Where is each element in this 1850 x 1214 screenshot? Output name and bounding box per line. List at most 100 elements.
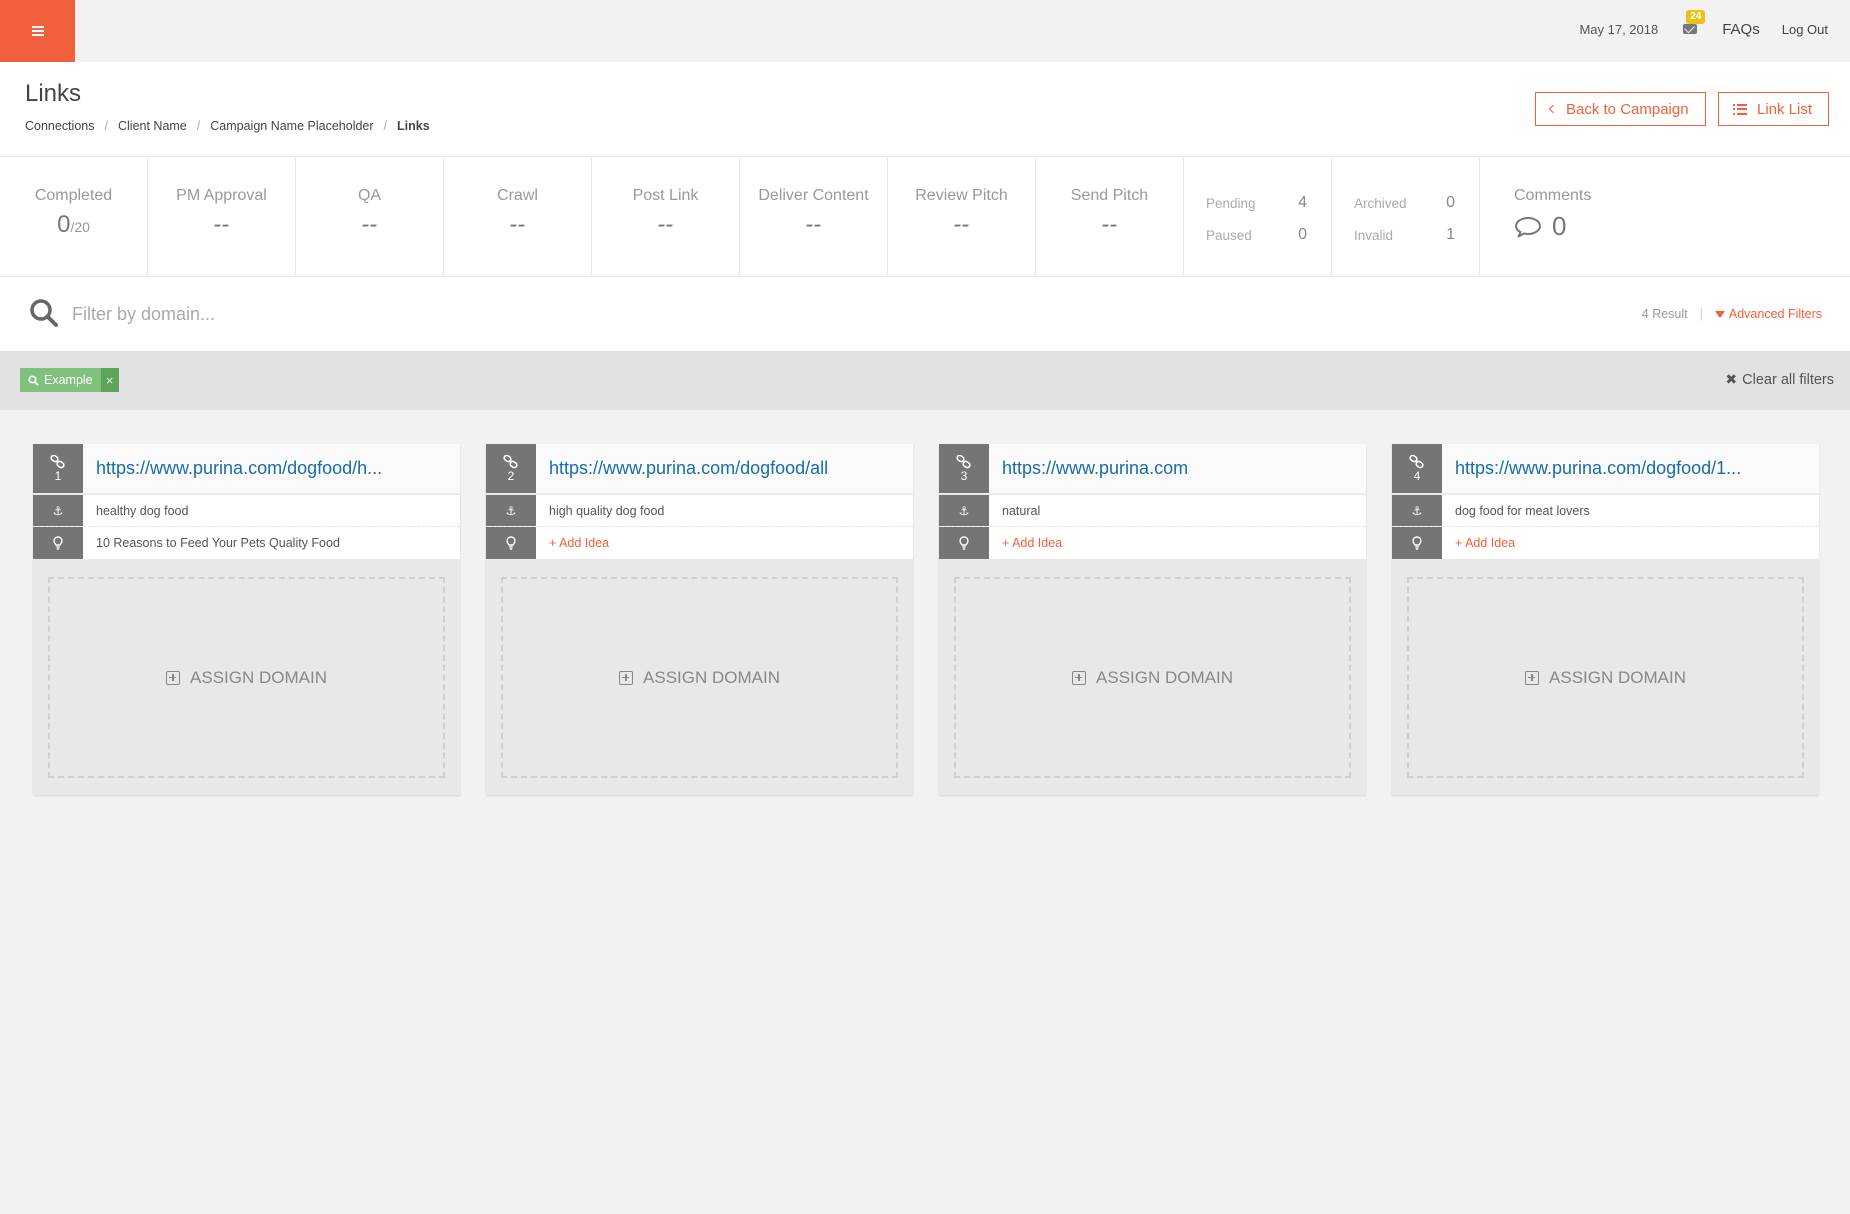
domain-filter-input[interactable] bbox=[72, 297, 972, 331]
active-filters-bar: Example × ✖ Clear all filters bbox=[0, 351, 1850, 410]
chain-link-icon bbox=[503, 454, 518, 468]
stat-comments[interactable]: Comments 0 bbox=[1480, 157, 1850, 276]
current-date: May 17, 2018 bbox=[1579, 21, 1659, 37]
stat-label: Deliver Content bbox=[758, 187, 869, 204]
logout-link[interactable]: Log Out bbox=[1782, 22, 1828, 37]
filter-chip-label: Example bbox=[44, 373, 93, 387]
stat-label: Post Link bbox=[632, 187, 699, 204]
breadcrumb-connections[interactable]: Connections bbox=[25, 119, 95, 133]
result-area: 4 Result | Advanced Filters bbox=[1642, 307, 1822, 321]
stat-send-pitch[interactable]: Send Pitch -- bbox=[1036, 157, 1184, 277]
link-url[interactable]: https://www.purina.com/dogfood/h... bbox=[83, 444, 382, 493]
card-url-row: 3 https://www.purina.com bbox=[939, 444, 1366, 494]
stat-value: 0/20 bbox=[57, 211, 90, 238]
link-list-button[interactable]: Link List bbox=[1718, 92, 1829, 126]
link-number-cell: 2 bbox=[486, 444, 536, 493]
stat-paused[interactable]: Paused 0 bbox=[1206, 219, 1307, 251]
envelope-icon bbox=[1683, 24, 1698, 34]
link-number: 4 bbox=[1413, 468, 1421, 483]
back-to-campaign-button[interactable]: Back to Campaign bbox=[1535, 92, 1706, 126]
breadcrumb-separator: / bbox=[104, 119, 108, 133]
stat-label: Send Pitch bbox=[1070, 187, 1149, 204]
assign-domain-button[interactable]: ASSIGN DOMAIN bbox=[1407, 577, 1804, 778]
filter-chip: Example × bbox=[20, 368, 119, 392]
link-number-cell: 1 bbox=[33, 444, 83, 493]
plus-square-icon bbox=[619, 670, 634, 685]
link-number-cell: 3 bbox=[939, 444, 989, 493]
stat-archived[interactable]: Archived 0 bbox=[1354, 187, 1455, 219]
link-list-label: Link List bbox=[1757, 100, 1813, 118]
filter-chip-remove-button[interactable]: × bbox=[100, 368, 119, 392]
stat-label: Invalid bbox=[1354, 227, 1394, 243]
stat-value: 0 bbox=[1298, 226, 1307, 243]
close-icon: ✖ bbox=[1725, 371, 1738, 387]
stat-qa[interactable]: QA -- bbox=[296, 157, 444, 277]
add-idea-link[interactable]: + Add Idea bbox=[1442, 527, 1515, 559]
link-card: 1 https://www.purina.com/dogfood/h... ⚓ … bbox=[33, 444, 460, 795]
advanced-filters-link[interactable]: Advanced Filters bbox=[1714, 307, 1822, 321]
stat-crawl[interactable]: Crawl -- bbox=[444, 157, 592, 277]
breadcrumb-current: Links bbox=[397, 119, 430, 133]
top-bar: May 17, 2018 24 FAQs Log Out bbox=[0, 0, 1850, 62]
card-anchor-row: ⚓ natural bbox=[939, 495, 1366, 527]
faqs-link[interactable]: FAQs bbox=[1722, 21, 1760, 38]
assign-domain-button[interactable]: ASSIGN DOMAIN bbox=[48, 577, 445, 778]
assign-domain-button[interactable]: ASSIGN DOMAIN bbox=[501, 577, 898, 778]
anchor-text: dog food for meat lovers bbox=[1455, 503, 1590, 518]
stat-pending[interactable]: Pending 4 bbox=[1206, 187, 1307, 219]
plus-square-icon bbox=[166, 670, 181, 685]
stat-value: -- bbox=[805, 211, 822, 238]
stat-label: Paused bbox=[1206, 227, 1252, 243]
breadcrumb: Connections / Client Name / Campaign Nam… bbox=[25, 119, 430, 133]
breadcrumb-campaign[interactable]: Campaign Name Placeholder bbox=[210, 119, 373, 133]
assign-domain-button[interactable]: ASSIGN DOMAIN bbox=[954, 577, 1351, 778]
filter-chip-main[interactable]: Example bbox=[20, 368, 101, 392]
back-to-campaign-label: Back to Campaign bbox=[1566, 100, 1689, 118]
stat-completed[interactable]: Completed 0/20 bbox=[0, 157, 148, 277]
lightbulb-icon bbox=[486, 527, 536, 559]
link-url[interactable]: https://www.purina.com/dogfood/1... bbox=[1442, 444, 1741, 493]
page-header: Links Connections / Client Name / Campai… bbox=[0, 62, 1850, 157]
anchor-text: high quality dog food bbox=[549, 503, 665, 518]
stat-review-pitch[interactable]: Review Pitch -- bbox=[888, 157, 1036, 277]
notifications-button[interactable]: 24 bbox=[1680, 10, 1706, 39]
menu-button[interactable] bbox=[0, 0, 75, 62]
stat-pending-paused: Pending 4 Paused 0 bbox=[1184, 157, 1332, 277]
plus-square-icon bbox=[1525, 670, 1540, 685]
link-card: 4 https://www.purina.com/dogfood/1... ⚓ … bbox=[1392, 444, 1819, 795]
stats-bar: Completed 0/20 PM Approval -- QA -- Craw… bbox=[0, 157, 1850, 277]
search-icon bbox=[28, 374, 39, 386]
add-idea-link[interactable]: + Add Idea bbox=[989, 527, 1062, 559]
stat-label: Review Pitch bbox=[915, 187, 1008, 204]
stat-deliver-content[interactable]: Deliver Content -- bbox=[740, 157, 888, 277]
stat-label: Comments bbox=[1514, 187, 1592, 204]
anchor-icon: ⚓ bbox=[33, 495, 83, 526]
chain-link-icon bbox=[1409, 454, 1424, 468]
stat-post-link[interactable]: Post Link -- bbox=[592, 157, 740, 277]
anchor-icon: ⚓ bbox=[1392, 495, 1442, 526]
clear-all-filters-button[interactable]: ✖ Clear all filters bbox=[1725, 371, 1834, 388]
breadcrumb-separator: / bbox=[383, 119, 388, 133]
chevron-left-icon bbox=[1548, 104, 1558, 114]
breadcrumb-client[interactable]: Client Name bbox=[118, 119, 187, 133]
stat-pm-approval[interactable]: PM Approval -- bbox=[148, 157, 296, 277]
list-icon bbox=[1733, 103, 1747, 115]
chain-link-icon bbox=[956, 454, 971, 468]
chain-link-icon bbox=[50, 454, 65, 468]
stat-value: -- bbox=[953, 211, 970, 238]
stat-label: PM Approval bbox=[176, 187, 267, 204]
link-url[interactable]: https://www.purina.com bbox=[989, 444, 1188, 493]
add-idea-link[interactable]: + Add Idea bbox=[536, 527, 609, 559]
result-separator: | bbox=[1699, 307, 1703, 321]
stat-label: Pending bbox=[1206, 195, 1256, 211]
link-card: 2 https://www.purina.com/dogfood/all ⚓ h… bbox=[486, 444, 913, 795]
card-anchor-row: ⚓ high quality dog food bbox=[486, 495, 913, 527]
stat-invalid[interactable]: Invalid 1 bbox=[1354, 219, 1455, 251]
search-bar: 4 Result | Advanced Filters bbox=[0, 277, 1850, 351]
clear-all-filters-label: Clear all filters bbox=[1742, 371, 1834, 388]
stat-value: -- bbox=[509, 211, 526, 238]
card-url-row: 2 https://www.purina.com/dogfood/all bbox=[486, 444, 913, 494]
stat-label: Archived bbox=[1354, 195, 1407, 211]
card-anchor-row: ⚓ dog food for meat lovers bbox=[1392, 495, 1819, 527]
link-url[interactable]: https://www.purina.com/dogfood/all bbox=[536, 444, 828, 493]
